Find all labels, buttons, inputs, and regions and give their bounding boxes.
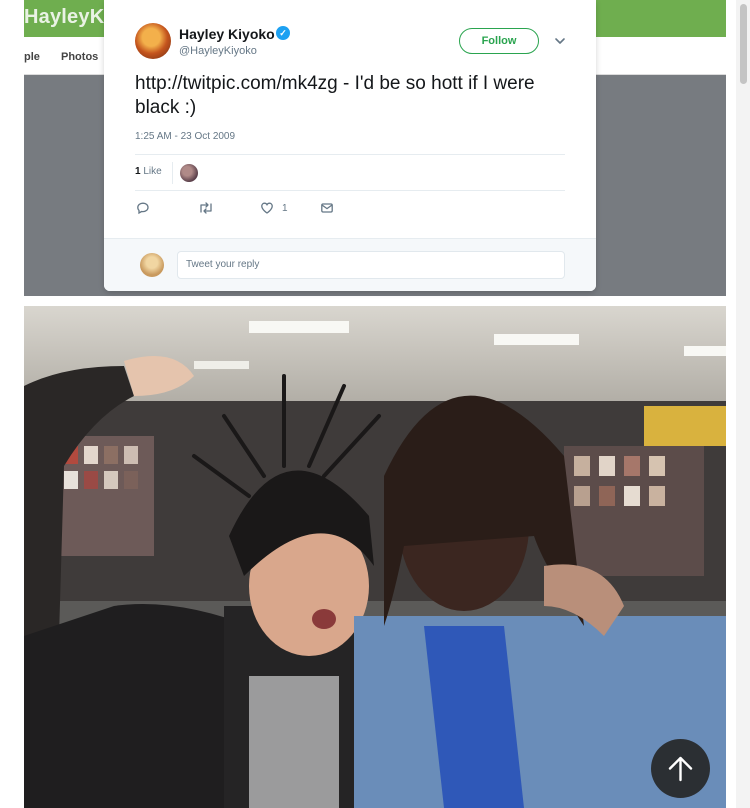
tweet-text: http://twitpic.com/mk4zg - I'd be so hot… — [135, 73, 535, 118]
follow-button[interactable]: Follow — [459, 28, 539, 54]
divider — [172, 162, 173, 184]
scrollbar[interactable] — [736, 0, 750, 808]
likes-stat[interactable]: 1 Like — [135, 166, 162, 177]
heart-count: 1 — [282, 203, 288, 214]
reply-input[interactable]: Tweet your reply — [177, 251, 565, 279]
page: HayleyKiyoko ple Photos Hayley Kiyoko ✓ … — [0, 0, 750, 808]
author-avatar[interactable] — [135, 23, 171, 59]
divider — [135, 190, 565, 191]
arrow-up-icon — [668, 756, 693, 782]
nav-item-photos[interactable]: Photos — [61, 51, 98, 63]
author-handle[interactable]: @HayleyKiyoko — [179, 45, 257, 57]
retweet-icon[interactable] — [198, 201, 214, 215]
scroll-to-top-button[interactable] — [651, 739, 710, 798]
tweet-photo[interactable] — [24, 306, 726, 808]
likes-count: 1 — [135, 166, 141, 177]
tweet-timestamp[interactable]: 1:25 AM - 23 Oct 2009 — [135, 131, 235, 142]
likes-label: Like — [143, 166, 162, 177]
direct-message-icon[interactable] — [320, 201, 334, 215]
verified-badge-icon: ✓ — [276, 26, 290, 40]
photo-illustration — [24, 306, 726, 808]
liker-avatar[interactable] — [180, 164, 198, 182]
user-avatar — [140, 253, 164, 277]
nav-item-people[interactable]: ple — [24, 51, 40, 63]
heart-icon[interactable] — [260, 201, 274, 215]
tweet-card: Hayley Kiyoko ✓ @HayleyKiyoko Follow htt… — [104, 0, 596, 291]
reply-icon[interactable] — [136, 201, 150, 215]
chevron-down-icon[interactable] — [553, 34, 567, 48]
scrollbar-thumb[interactable] — [740, 4, 747, 84]
author-name[interactable]: Hayley Kiyoko — [179, 26, 275, 42]
divider — [135, 154, 565, 155]
